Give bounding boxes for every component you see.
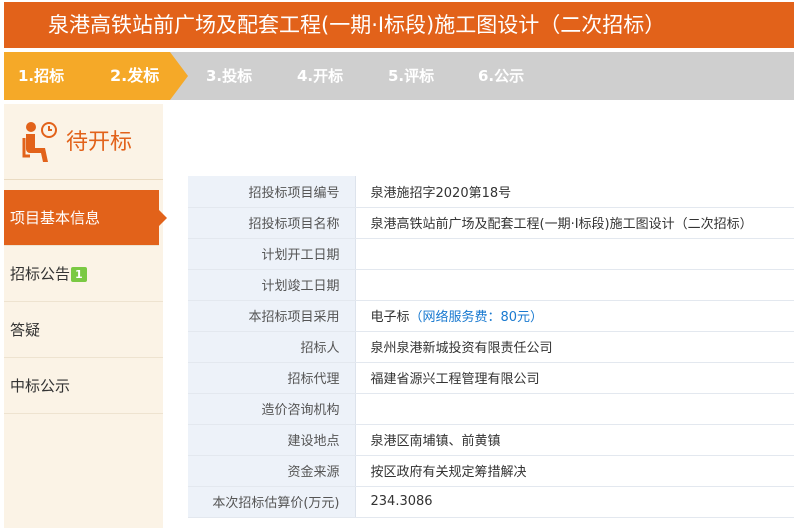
table-row: 本招标项目采用 电子标（网络服务费：80元） [188,300,794,332]
table-row: 招标人 泉州泉港新城投资有限责任公司 [188,331,794,363]
status-text: 待开标 [66,130,133,155]
table-row: 招投标项目名称 泉港高铁站前广场及配套工程(一期·Ⅰ标段)施工图设计（二次招标） [188,207,794,239]
field-value: 234.3086 [355,486,794,518]
field-value: 电子标（网络服务费：80元） [355,300,794,332]
sidebar-item-qa[interactable]: 答疑 [4,302,163,358]
field-label: 招投标项目名称 [188,207,356,239]
table-row: 招投标项目编号 泉港施招字2020第18号 [188,176,794,208]
field-value [355,393,794,425]
step-5: 5.评标 [388,67,435,85]
page-title: 泉港高铁站前广场及配套工程(一期·Ⅰ标段)施工图设计（二次招标） [48,13,666,37]
field-label: 计划竣工日期 [188,269,356,301]
field-value [355,238,794,270]
steps-completed: 1.招标 2.发标 [4,52,188,100]
field-label: 资金来源 [188,455,356,487]
field-value: 按区政府有关规定筹措解决 [355,455,794,487]
field-label: 建设地点 [188,424,356,456]
field-value: 泉港施招字2020第18号 [355,176,794,208]
step-1: 1.招标 [18,67,65,85]
sidebar-item-label: 招标公告 [10,265,71,283]
waiting-person-clock-icon [22,122,57,162]
field-value: 泉州泉港新城投资有限责任公司 [355,331,794,363]
table-row: 计划竣工日期 [188,269,794,301]
progress-steps: 1.招标 2.发标 3.投标 4.开标 5.评标 6.公示 [4,52,794,100]
sidebar-item-award-notice[interactable]: 中标公示 [4,358,163,414]
project-info-table: 招投标项目编号 泉港施招字2020第18号 招投标项目名称 泉港高铁站前广场及配… [188,176,794,518]
field-label: 计划开工日期 [188,238,356,270]
field-value: 泉港高铁站前广场及配套工程(一期·Ⅰ标段)施工图设计（二次招标） [355,207,794,239]
table-row: 本次招标估算价(万元) 234.3086 [188,486,794,518]
sidebar-item-label: 项目基本信息 [10,209,101,227]
sidebar: 待开标 项目基本信息 招标公告 1 答疑 中标公示 [4,104,167,528]
sidebar-item-label: 答疑 [10,321,41,339]
bid-type-value: 电子标 [370,310,410,325]
field-label: 招标代理 [188,362,356,394]
step-3: 3.投标 [206,67,253,85]
field-label: 招投标项目编号 [188,176,356,208]
active-indicator-arrow [159,210,167,226]
step-4: 4.开标 [297,67,344,85]
notice-count-badge: 1 [71,267,87,282]
sidebar-item-project-info[interactable]: 项目基本信息 [4,190,167,246]
field-label: 本招标项目采用 [188,300,356,332]
field-label: 本次招标估算价(万元) [188,486,356,518]
step-6: 6.公示 [478,67,525,85]
table-row: 建设地点 泉港区南埔镇、前黄镇 [188,424,794,456]
table-row: 计划开工日期 [188,238,794,270]
sidebar-item-label: 中标公示 [10,377,71,395]
table-row: 招标代理 福建省源兴工程管理有限公司 [188,362,794,394]
title-bar: 泉港高铁站前广场及配套工程(一期·Ⅰ标段)施工图设计（二次招标） [4,2,794,48]
field-value [355,269,794,301]
field-value: 福建省源兴工程管理有限公司 [355,362,794,394]
field-value: 泉港区南埔镇、前黄镇 [355,424,794,456]
table-row: 造价咨询机构 [188,393,794,425]
status-box: 待开标 [4,104,163,180]
sidebar-item-tender-notice[interactable]: 招标公告 1 [4,246,163,302]
field-label: 招标人 [188,331,356,363]
step-2: 2.发标 [110,66,160,85]
field-label: 造价咨询机构 [188,393,356,425]
table-row: 资金来源 按区政府有关规定筹措解决 [188,455,794,487]
service-fee-link[interactable]: （网络服务费：80元） [410,310,544,325]
